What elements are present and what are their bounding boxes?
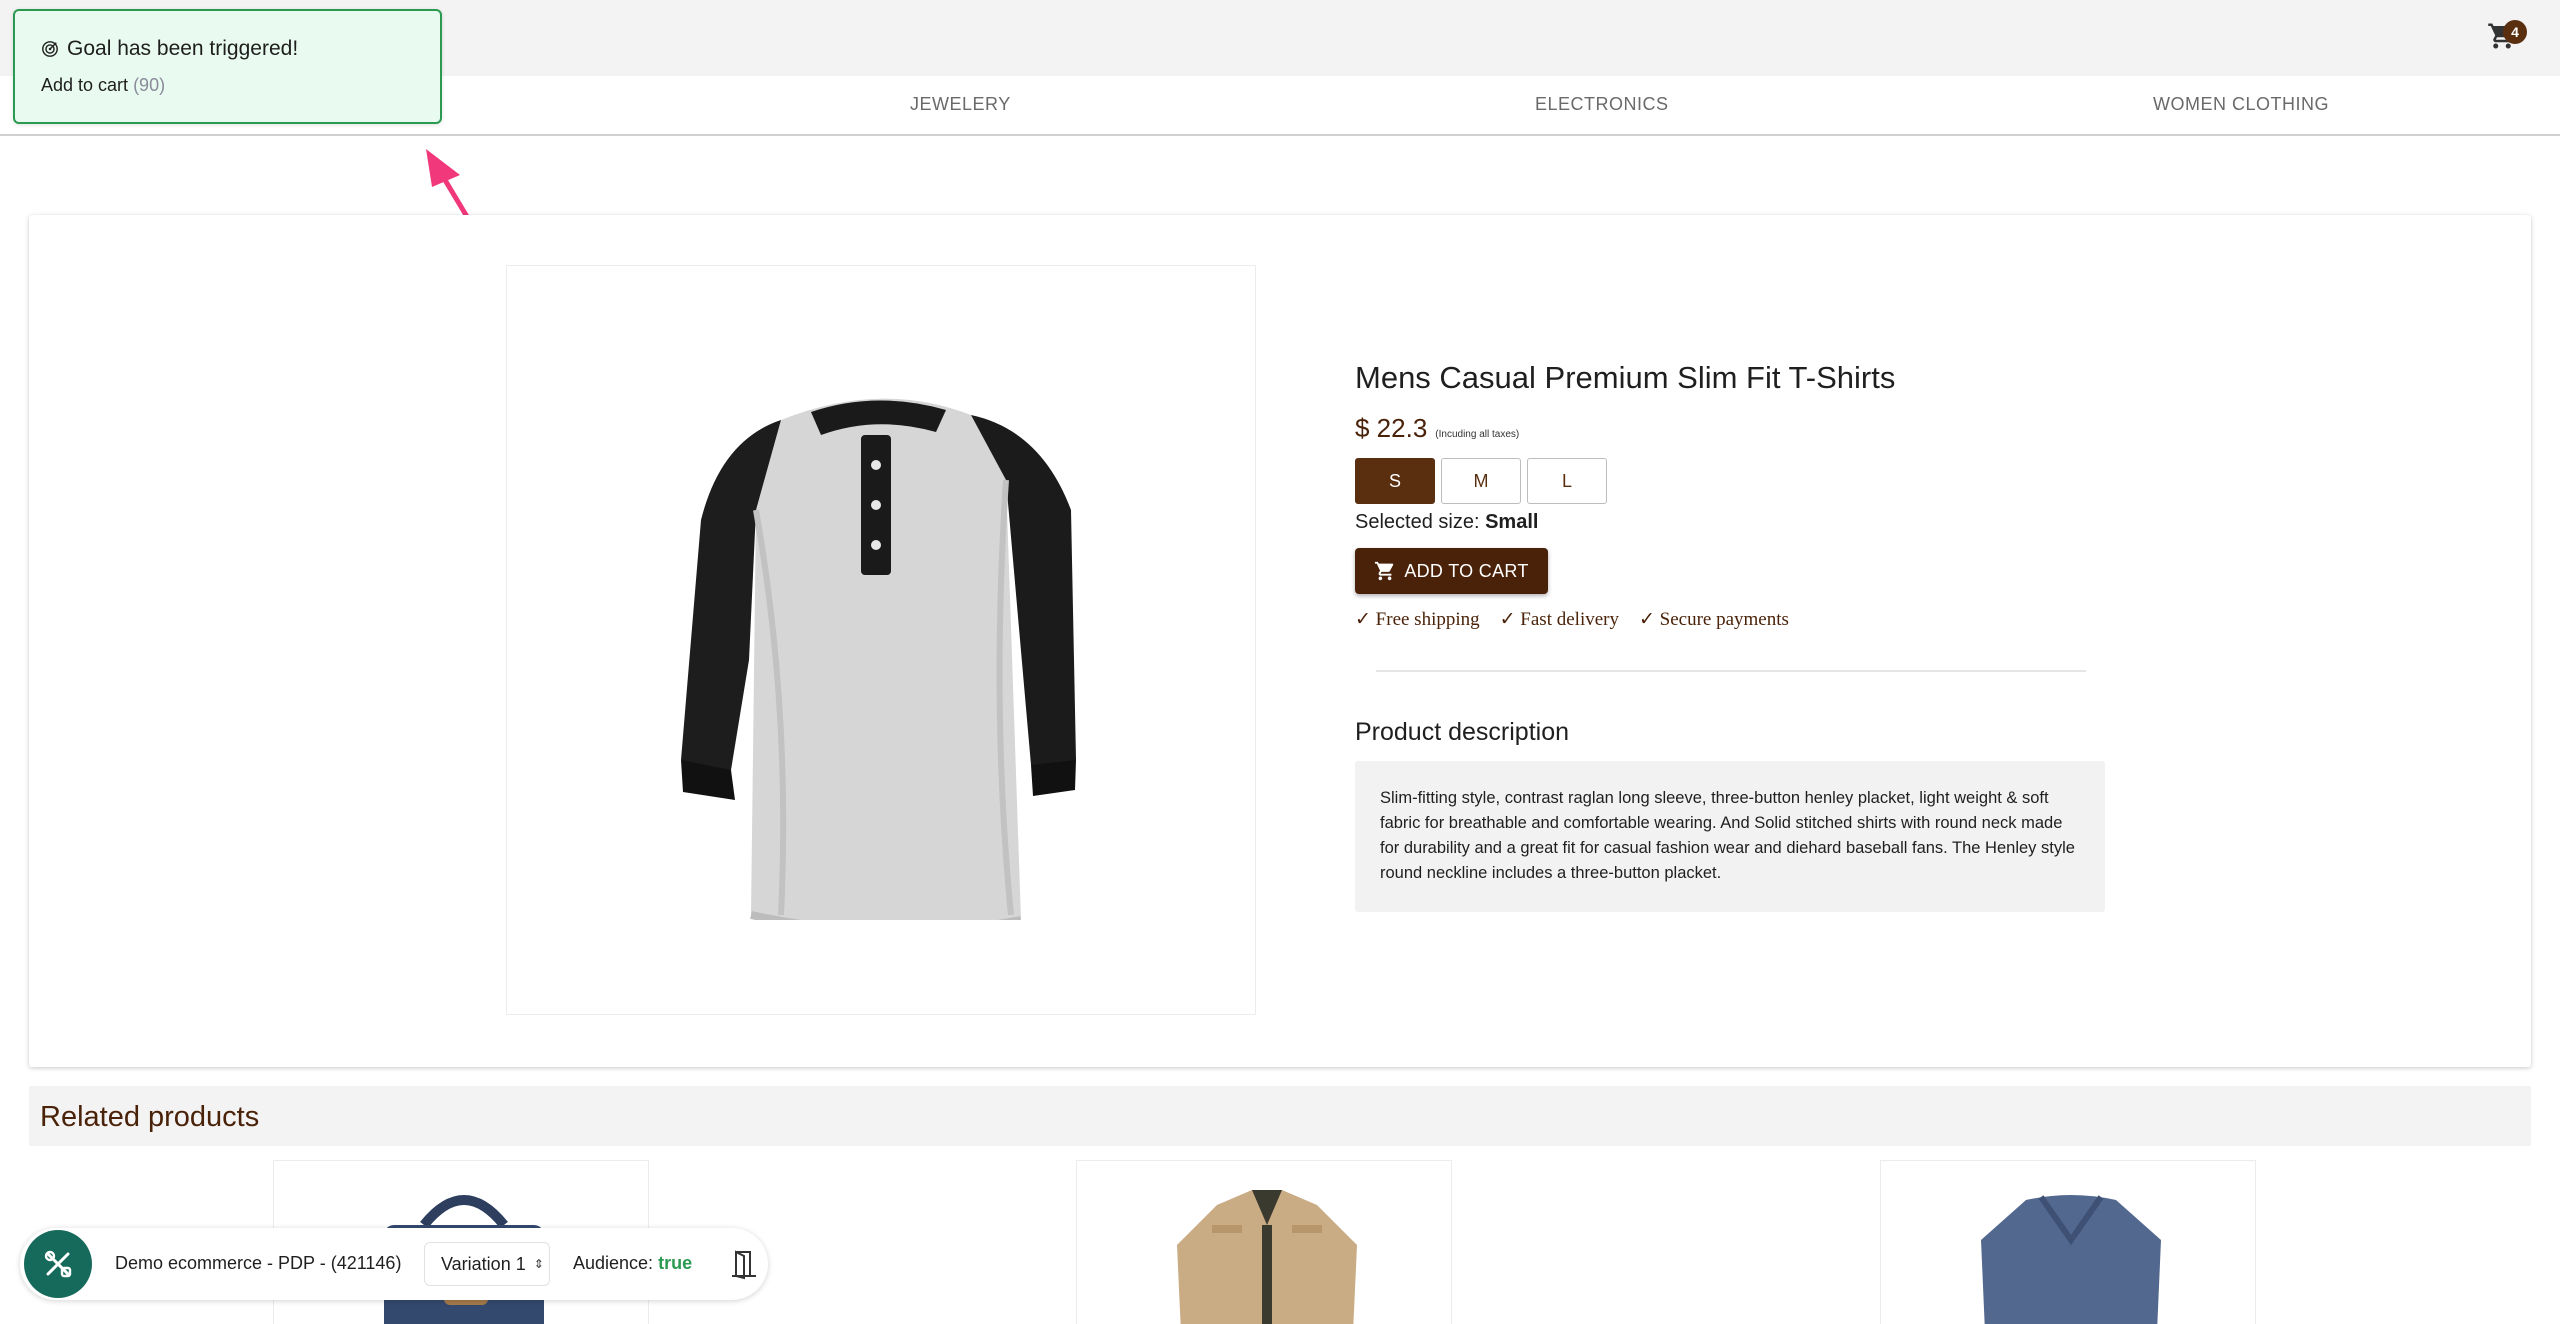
size-button-m[interactable]: M: [1441, 458, 1521, 504]
perk-secure-payments: ✓ Secure payments: [1638, 609, 1789, 630]
price-row: $ 22.3 (Incuding all taxes): [1355, 413, 1519, 444]
blue-sweater-image: [1981, 1195, 2161, 1324]
perks-list: ✓ Free shipping ✓ Fast delivery ✓ Secure…: [1355, 608, 1789, 631]
experiment-name: Demo ecommerce - PDP - (421146): [115, 1253, 402, 1273]
cart-button[interactable]: 4: [2480, 14, 2527, 58]
audience-label: Audience:: [573, 1253, 654, 1273]
perk-fast-delivery: ✓ Fast delivery: [1499, 609, 1619, 630]
exit-door-icon[interactable]: [730, 1248, 758, 1280]
perk-free-shipping: ✓ Free shipping: [1355, 609, 1480, 630]
related-product-card[interactable]: [1880, 1160, 2256, 1324]
add-cart-icon: [1375, 561, 1394, 581]
tools-icon: [44, 1250, 72, 1278]
related-products-header: Related products: [29, 1086, 2531, 1146]
product-card: [29, 215, 2531, 1067]
tax-note: (Incuding all taxes): [1435, 429, 1520, 440]
experiment-widget: Demo ecommerce - PDP - (421146) Variatio…: [20, 1228, 768, 1300]
audience-status: Audience: true: [573, 1253, 692, 1274]
toast-title: Goal has been triggered!: [67, 37, 299, 60]
add-to-cart-label: ADD TO CART: [1404, 560, 1529, 581]
widget-logo-button[interactable]: [24, 1230, 92, 1298]
henley-shirt-image: [681, 398, 1076, 920]
related-product-card[interactable]: [1076, 1160, 1452, 1324]
goal-triggered-toast: Goal has been triggered! Add to cart (90…: [13, 9, 442, 124]
jacket-image: [1177, 1190, 1357, 1324]
description-text: Slim-fitting style, contrast raglan long…: [1355, 761, 2105, 912]
product-title: Mens Casual Premium Slim Fit T-Shirts: [1355, 360, 1896, 395]
cart-count-badge: 4: [2503, 20, 2527, 44]
selected-size-value: Small: [1485, 511, 1539, 533]
size-selector: S M L: [1355, 458, 1607, 504]
selected-size: Selected size: Small: [1355, 511, 1538, 534]
description-heading: Product description: [1355, 718, 1570, 746]
product-image: [506, 265, 1256, 1015]
size-button-s[interactable]: S: [1355, 458, 1435, 504]
product-price: $ 22.3: [1355, 413, 1428, 443]
nav-women-clothing[interactable]: WOMEN CLOTHING: [2153, 94, 2329, 115]
target-icon: [42, 41, 58, 57]
nav-electronics[interactable]: ELECTRONICS: [1535, 94, 1669, 115]
up-down-chevron-icon: ⇕: [533, 1257, 544, 1271]
selected-size-label: Selected size:: [1355, 511, 1480, 533]
divider: [1376, 670, 2086, 672]
size-button-l[interactable]: L: [1527, 458, 1607, 504]
related-products-heading: Related products: [40, 1101, 260, 1133]
add-to-cart-button[interactable]: ADD TO CART: [1355, 548, 1548, 594]
toast-goal-count: (90): [133, 75, 166, 95]
variation-select[interactable]: Variation 1 ⇕: [424, 1242, 550, 1286]
audience-value: true: [658, 1253, 693, 1273]
nav-jewelery[interactable]: JEWELERY: [910, 94, 1011, 115]
toast-goal-name: Add to cart: [41, 75, 129, 95]
variation-value: Variation 1: [441, 1253, 526, 1274]
